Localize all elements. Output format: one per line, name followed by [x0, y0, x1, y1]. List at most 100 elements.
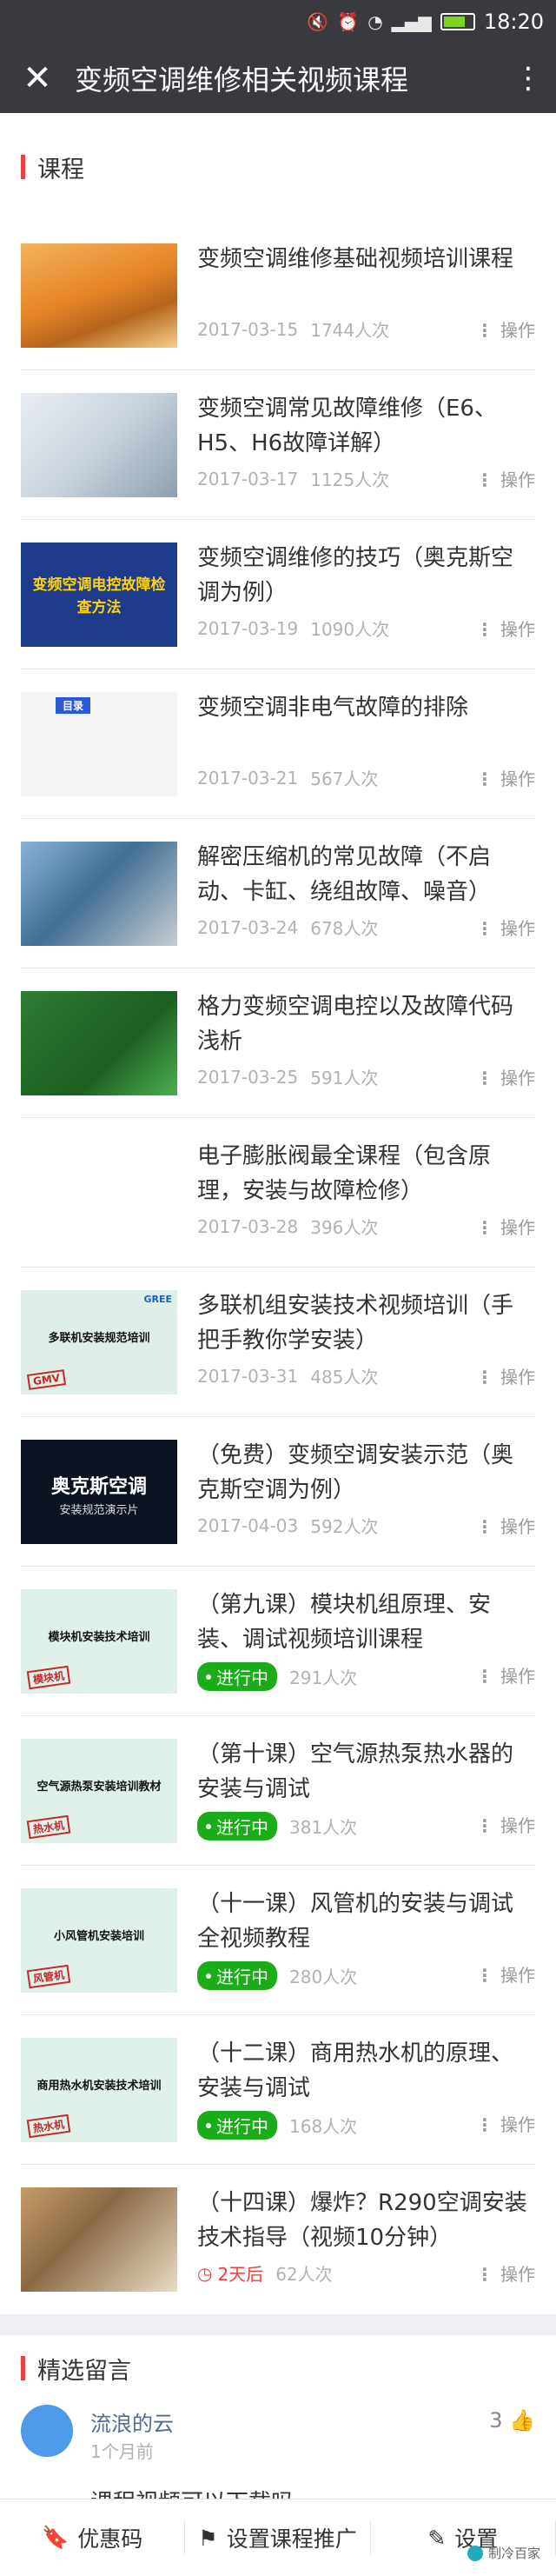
status-badge: 进行中 — [197, 1662, 277, 1691]
promote-button[interactable]: ⚑ 设置课程推广 — [185, 2520, 371, 2555]
course-views: 291人次 — [289, 1667, 358, 1688]
course-title[interactable]: 变频空调常见故障维修（E6、H5、H6故障详解） — [197, 391, 527, 461]
avatar[interactable] — [21, 2405, 73, 2457]
course-item[interactable]: 模块机安装技术培训模块机 （第九课）模块机组原理、安装、调试视频培训课程进行中 29… — [0, 1567, 556, 1716]
course-list: 变频空调维修基础视频培训课程 2017-03-15 1744人次 ⋮ 操作 变频空调常见故… — [0, 221, 556, 2314]
course-title[interactable]: 变频空调非电气故障的排除 — [197, 690, 527, 725]
course-item[interactable]: 解密压缩机的常见故障（不启动、卡缸、绕组故障、噪音） 2017-03-24 678人… — [0, 819, 556, 968]
share-icon: ⚑ — [198, 2525, 218, 2551]
operation-label: 操作 — [500, 769, 535, 789]
thumbnail-subcaption: 安装规范演示片 — [59, 1504, 139, 1517]
operation-button[interactable]: ⋮ 操作 — [476, 1363, 535, 1388]
course-meta: 2017-03-19 1090人次 — [197, 616, 389, 641]
course-title[interactable]: 变频空调维修基础视频培训课程 — [197, 242, 527, 276]
course-meta: ◷ 2天后 62人次 — [197, 2260, 333, 2286]
courses-section-title: 课程 — [37, 156, 84, 183]
course-meta: 进行中 280人次 — [197, 1961, 357, 1990]
operation-button[interactable]: ⋮ 操作 — [476, 765, 535, 790]
course-title[interactable]: 多联机组安装技术视频培训（手把手教你学安装） — [197, 1288, 527, 1358]
course-item[interactable]: 电子膨胀阀最全课程（包含原理，安装与故障检修） 2017-03-28 396人次 ⋮ 操… — [0, 1118, 556, 1268]
course-thumbnail[interactable] — [21, 2187, 177, 2292]
course-thumbnail[interactable]: 变频空调电控故障检查方法 — [21, 542, 177, 647]
operation-label: 操作 — [500, 918, 535, 939]
operation-button[interactable]: ⋮ 操作 — [476, 1961, 535, 1987]
operation-button[interactable]: ⋮ 操作 — [476, 1812, 535, 1837]
more-icon[interactable]: ⋮ — [500, 63, 556, 93]
course-title[interactable]: 变频空调维修的技巧（奥克斯空调为例） — [197, 541, 527, 610]
countdown: ◷ 2天后 — [197, 2260, 263, 2286]
course-item[interactable]: （十四课）爆炸？R290空调安装技术指导（视频10分钟） ◷ 2天后 62人次 ⋮ 操作 — [0, 2165, 556, 2314]
course-item[interactable]: 商用热水机安装技术培训 热水机 （十二课）商用热水机的原理、安装与调试 进行中 168人… — [0, 2015, 556, 2165]
course-date: 2017-03-17 — [197, 468, 299, 489]
course-item[interactable]: 多联机安装规范培训 GREE GMV 多联机组安装技术视频培训（手把手教你学安装） 20… — [0, 1268, 556, 1417]
course-title[interactable]: （第九课）模块机组原理、安装、调试视频培训课程 — [197, 1588, 527, 1657]
course-info: （十二课）商用热水机的原理、安装与调试 进行中 168人次 ⋮ 操作 — [197, 2015, 535, 2164]
course-thumbnail[interactable]: 目录 — [21, 692, 177, 796]
course-date: 2017-03-25 — [197, 1066, 299, 1088]
more-vertical-icon: ⋮ — [476, 1217, 493, 1238]
course-views: 1090人次 — [310, 619, 390, 640]
course-title[interactable]: 解密压缩机的常见故障（不启动、卡缸、绕组故障、噪音） — [197, 840, 527, 909]
operation-button[interactable]: ⋮ 操作 — [476, 616, 535, 641]
more-vertical-icon: ⋮ — [476, 469, 493, 490]
thumbnail-caption: 变频空调电控故障检查方法 — [32, 576, 166, 616]
status-badge: 进行中 — [197, 1812, 277, 1840]
course-thumbnail[interactable]: 模块机安装技术培训模块机 — [21, 1589, 177, 1694]
operation-button[interactable]: ⋮ 操作 — [476, 1214, 535, 1239]
course-item[interactable]: 空气源热泵安装培训教材 热水机 （第十课）空气源热泵热水器的安装与调试进行中 381人… — [0, 1716, 556, 1866]
coupon-label: 优惠码 — [77, 2526, 143, 2552]
operation-label: 操作 — [500, 1516, 535, 1537]
course-item[interactable]: 变频空调电控故障检查方法 变频空调维修的技巧（奥克斯空调为例） 2017-03-19… — [0, 520, 556, 669]
operation-button[interactable]: ⋮ 操作 — [476, 915, 535, 940]
operation-button[interactable]: ⋮ 操作 — [476, 466, 535, 491]
course-item[interactable]: 变频空调常见故障维修（E6、H5、H6故障详解） 2017-03-17 1125人次… — [0, 370, 556, 520]
course-title[interactable]: （免费）变频空调安装示范（奥克斯空调为例） — [197, 1438, 527, 1508]
section-accent-bar — [21, 2356, 25, 2380]
course-thumbnail[interactable] — [21, 991, 177, 1095]
course-item[interactable]: 格力变频空调电控以及故障代码浅析 2017-03-25 591人次 ⋮ 操作 — [0, 968, 556, 1118]
operation-button[interactable]: ⋮ 操作 — [476, 1064, 535, 1089]
like-button[interactable]: 3 👍 — [489, 2408, 535, 2433]
course-title[interactable]: （第十课）空气源热泵热水器的安装与调试 — [197, 1737, 527, 1807]
course-thumbnail[interactable]: 空气源热泵安装培训教材 热水机 — [21, 1739, 177, 1843]
course-title[interactable]: 格力变频空调电控以及故障代码浅析 — [197, 989, 527, 1059]
course-views: 62人次 — [275, 2264, 333, 2285]
course-thumbnail[interactable]: 奥克斯空调 安装规范演示片 — [21, 1440, 177, 1544]
thumbnail-stamp: 风管机 — [26, 1964, 71, 1989]
course-views: 1125人次 — [310, 469, 390, 490]
thumbnail-caption: 模块机安装技术培训 — [48, 1631, 150, 1644]
course-thumbnail[interactable]: 商用热水机安装技术培训 热水机 — [21, 2038, 177, 2142]
course-info: 格力变频空调电控以及故障代码浅析 2017-03-25 591人次 ⋮ 操作 — [197, 968, 535, 1117]
course-thumbnail[interactable] — [21, 393, 177, 497]
course-thumbnail[interactable] — [21, 1141, 177, 1245]
operation-button[interactable]: ⋮ 操作 — [476, 2260, 535, 2286]
more-vertical-icon: ⋮ — [476, 1367, 493, 1388]
more-vertical-icon: ⋮ — [476, 1965, 493, 1986]
course-thumbnail[interactable] — [21, 842, 177, 946]
course-item[interactable]: 变频空调维修基础视频培训课程 2017-03-15 1744人次 ⋮ 操作 — [0, 221, 556, 370]
operation-button[interactable]: ⋮ 操作 — [476, 2111, 535, 2136]
alarm-icon: ⏰ — [337, 11, 360, 32]
course-title[interactable]: （十二课）商用热水机的原理、安装与调试 — [197, 2036, 527, 2106]
course-meta: 2017-03-31 485人次 — [197, 1363, 378, 1388]
close-icon[interactable]: ✕ — [0, 43, 75, 113]
course-item[interactable]: 奥克斯空调 安装规范演示片 （免费）变频空调安装示范（奥克斯空调为例） 2017-04… — [0, 1417, 556, 1567]
course-item[interactable]: 小风管机安装培训 风管机 （十一课）风管机的安装与调试全视频教程进行中 280人次 ⋮ 操… — [0, 1866, 556, 2015]
thumbnail-stamp: 模块机 — [26, 1665, 71, 1690]
course-meta: 2017-03-25 591人次 — [197, 1064, 378, 1089]
operation-button[interactable]: ⋮ 操作 — [476, 316, 535, 342]
coupon-button[interactable]: 🔖 优惠码 — [0, 2520, 186, 2555]
operation-button[interactable]: ⋮ 操作 — [476, 1513, 535, 1538]
course-thumbnail[interactable]: 多联机安装规范培训 GREE GMV — [21, 1290, 177, 1395]
course-meta: 2017-04-03 592人次 — [197, 1513, 378, 1538]
course-title[interactable]: （十一课）风管机的安装与调试全视频教程 — [197, 1887, 527, 1956]
course-thumbnail[interactable]: 小风管机安装培训 风管机 — [21, 1888, 177, 1993]
course-title[interactable]: （十四课）爆炸？R290空调安装技术指导（视频10分钟） — [197, 2186, 527, 2255]
operation-button[interactable]: ⋮ 操作 — [476, 1662, 535, 1687]
course-meta: 进行中 381人次 — [197, 1812, 357, 1840]
course-meta: 2017-03-28 396人次 — [197, 1214, 378, 1239]
course-title[interactable]: 电子膨胀阀最全课程（包含原理，安装与故障检修） — [197, 1139, 527, 1208]
course-thumbnail[interactable] — [21, 243, 177, 348]
more-vertical-icon: ⋮ — [476, 1068, 493, 1088]
course-item[interactable]: 目录 变频空调非电气故障的排除 2017-03-21 567人次 ⋮ 操作 — [0, 669, 556, 819]
